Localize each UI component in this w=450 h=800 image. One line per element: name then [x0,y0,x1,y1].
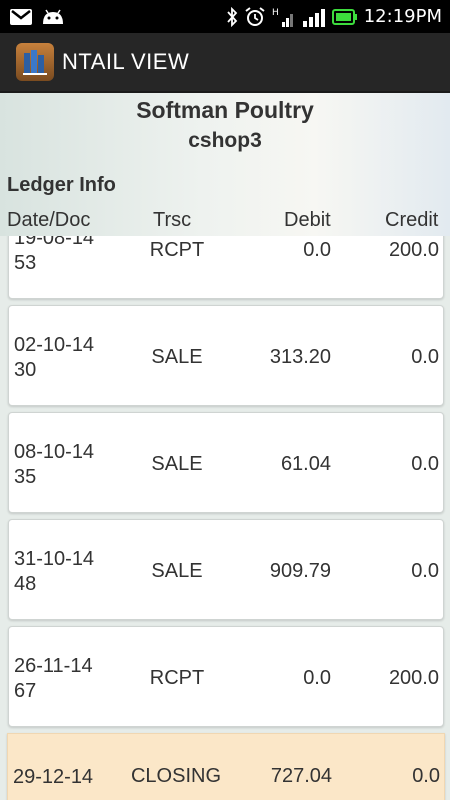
row-doc: 48 [14,573,37,595]
column-header-debit: Debit [284,209,331,231]
ledger-list[interactable]: 19-08-14 53 RCPT 0.0 200.0 02-10-14 30 S… [0,236,450,800]
battery-icon [331,8,358,25]
table-row[interactable]: 26-11-14 67 RCPT 0.0 200.0 [8,626,444,727]
column-header-credit: Credit [385,209,439,231]
section-label: Ledger Info [7,174,116,196]
row-date-doc: 19-08-14 53 [14,236,94,276]
h-signal-icon: H [272,6,296,28]
row-date-doc: 02-10-14 30 [14,333,94,383]
ledger-header: Softman Poultry cshop3 Ledger Info Date/… [0,93,450,236]
row-debit: 0.0 [303,667,331,689]
row-date-doc: 26-11-14 67 [14,654,93,704]
closing-row[interactable]: 29-12-14 CLOSING 727.04 0.0 [7,733,445,800]
company-name: Softman Poultry [136,97,314,123]
row-credit: 200.0 [388,667,439,689]
closing-date: 29-12-14 [13,766,94,788]
row-debit: 313.20 [269,346,331,368]
alarm-icon [244,6,266,28]
column-header-trsc: Trsc [153,209,192,231]
shop-name: cshop3 [188,129,262,152]
row-date: 08-10-14 [14,441,95,463]
bluetooth-icon [226,6,238,27]
row-date: 02-10-14 [14,334,95,356]
network-letter: H [272,8,279,18]
row-credit: 200.0 [388,239,439,261]
row-date-doc: 08-10-14 35 [14,440,94,490]
status-bar: H 12:19PM [0,0,450,33]
row-trsc: RCPT [149,239,205,261]
gmail-icon [10,8,32,25]
row-debit: 909.79 [269,560,331,582]
row-date: 31-10-14 [14,548,95,570]
table-row[interactable]: 02-10-14 30 SALE 313.20 0.0 [8,305,444,406]
table-row[interactable]: 08-10-14 35 SALE 61.04 0.0 [8,412,444,513]
row-date-doc: 31-10-14 48 [14,547,94,597]
row-doc: 53 [14,252,37,274]
row-doc: 67 [14,680,37,702]
signal-bars-icon [302,7,326,27]
row-date: 19-08-14 [14,236,95,249]
row-trsc: SALE [151,346,203,368]
table-row[interactable]: 19-08-14 53 RCPT 0.0 200.0 [8,236,444,299]
closing-credit: 0.0 [412,765,440,787]
row-trsc: SALE [151,560,203,582]
status-time: 12:19PM [363,6,442,27]
closing-debit: 727.04 [270,765,332,787]
column-headers: Date/Doc Trsc Debit Credit [0,209,450,235]
row-doc: 30 [14,359,37,381]
row-trsc: RCPT [149,667,205,689]
column-header-date-doc: Date/Doc [7,209,91,231]
action-bar: NTAIL VIEW [0,33,450,93]
table-row[interactable]: 31-10-14 48 SALE 909.79 0.0 [8,519,444,620]
row-trsc: SALE [151,453,203,475]
row-credit: 0.0 [411,560,439,582]
row-debit: 61.04 [280,453,331,475]
row-credit: 0.0 [411,346,439,368]
closing-trsc: CLOSING [130,765,222,787]
ledger-app-icon[interactable] [16,43,54,81]
android-icon [42,9,64,25]
row-debit: 0.0 [303,239,331,261]
app-title: NTAIL VIEW [62,49,190,74]
row-credit: 0.0 [411,453,439,475]
row-date: 26-11-14 [14,655,93,677]
row-doc: 35 [14,466,37,488]
